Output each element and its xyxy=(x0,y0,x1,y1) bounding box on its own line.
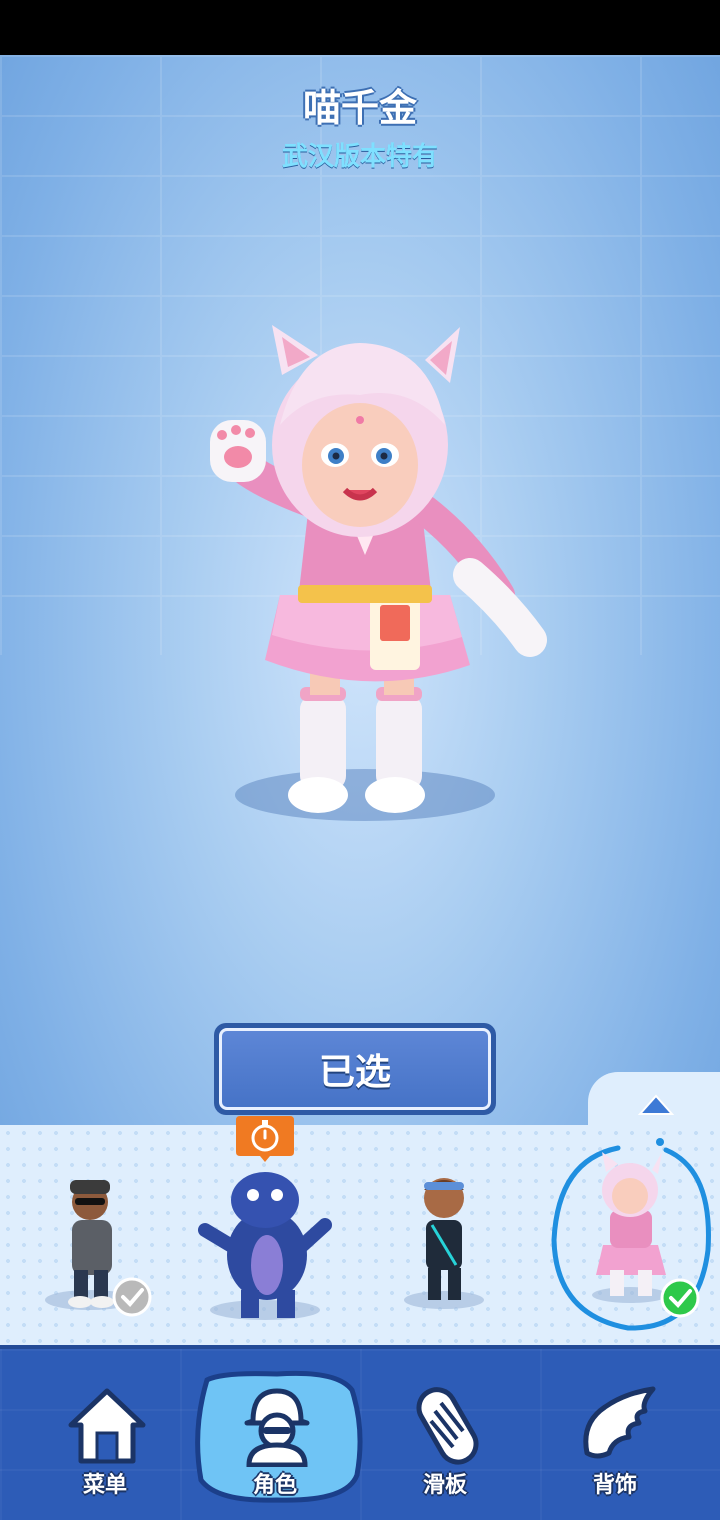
selected-button-face: 已选 xyxy=(219,1028,491,1110)
character-subtitle: 武汉版本特有 xyxy=(281,142,438,172)
nav-tab-hoverboard[interactable]: 滑板 xyxy=(355,1345,535,1520)
roster-slot-2[interactable] xyxy=(185,1150,355,1340)
selected-button[interactable]: 已选 xyxy=(214,1023,496,1115)
nav-tab-menu[interactable]: 菜单 xyxy=(15,1345,195,1520)
character-header: 喵千金 武汉版本特有 xyxy=(0,77,720,173)
nav-label-hoverboard: 滑板 xyxy=(422,1473,467,1498)
nav-tab-character[interactable]: 角色 xyxy=(185,1345,365,1520)
character-name: 喵千金 xyxy=(302,86,417,130)
nav-label-backpack: 背饰 xyxy=(592,1473,637,1498)
nav-label-character: 角色 xyxy=(252,1473,297,1498)
owned-check-icon xyxy=(112,1277,152,1317)
wing-icon xyxy=(583,1386,656,1459)
home-icon xyxy=(68,1388,146,1464)
selected-check-icon xyxy=(660,1278,700,1318)
selected-button-label: 已选 xyxy=(318,1052,391,1093)
character-model[interactable] xyxy=(200,305,560,825)
status-bar xyxy=(0,0,720,55)
hoverboard-icon xyxy=(416,1387,479,1465)
roster-slot-1[interactable] xyxy=(20,1150,190,1340)
chevron-up-icon[interactable] xyxy=(636,1092,676,1118)
nav-tab-backpack[interactable]: 背饰 xyxy=(525,1345,705,1520)
character-icon xyxy=(244,1388,310,1467)
roster-slot-3[interactable] xyxy=(362,1150,532,1340)
timer-icon xyxy=(236,1116,294,1162)
nav-label-menu: 菜单 xyxy=(82,1473,127,1498)
